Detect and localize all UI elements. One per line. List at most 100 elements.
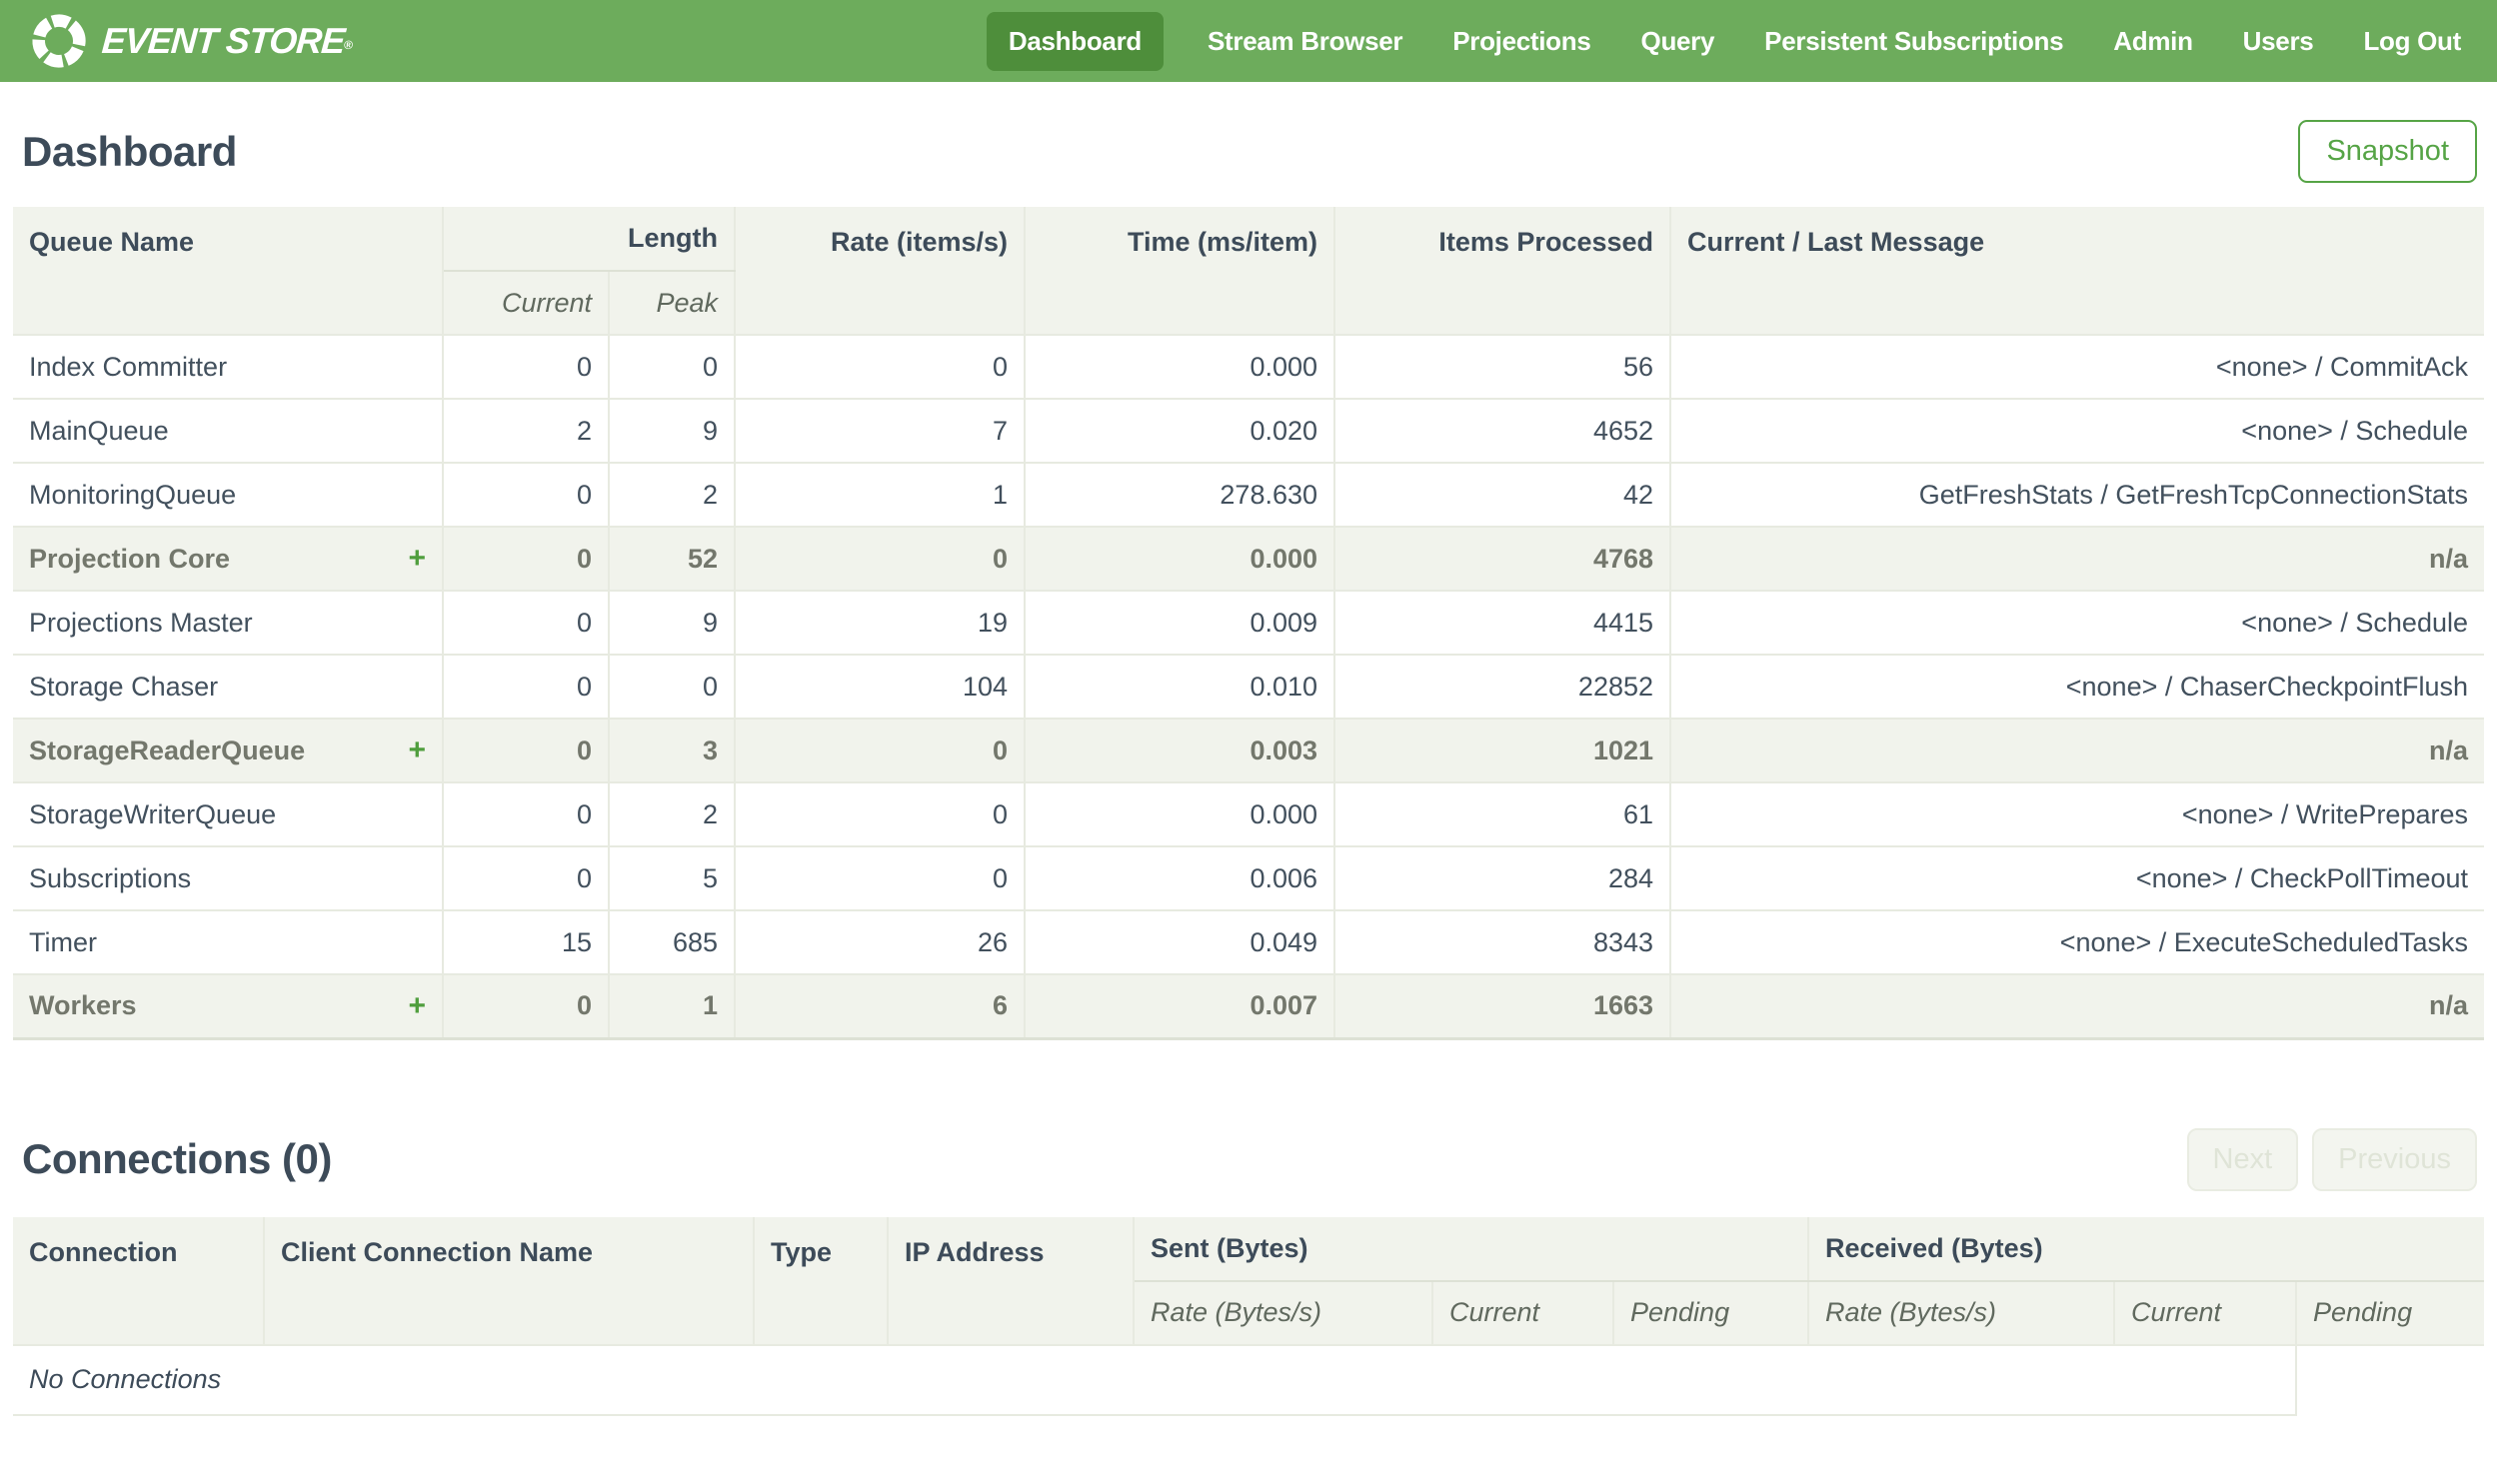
brand: EVENT STORE® xyxy=(30,12,352,70)
nav-item-log-out[interactable]: Log Out xyxy=(2357,12,2467,71)
queue-length-current: 0 xyxy=(442,973,610,1040)
nav-item-persistent-subscriptions[interactable]: Persistent Subscriptions xyxy=(1758,12,2069,71)
col-header-length-peak: Peak xyxy=(607,270,736,336)
queue-length-peak: 3 xyxy=(607,718,737,783)
queue-name-cell: Projection Core + xyxy=(13,526,444,592)
queue-length-peak: 0 xyxy=(607,334,737,400)
queue-length-peak: 0 xyxy=(607,654,737,720)
col-header-length-current: Current xyxy=(443,270,610,336)
queue-items-processed: 1663 xyxy=(1333,973,1672,1040)
next-button[interactable]: Next xyxy=(2186,1127,2299,1191)
expand-plus-icon[interactable]: + xyxy=(408,990,426,1021)
queue-rate: 0 xyxy=(734,845,1027,911)
queue-length-current: 2 xyxy=(442,398,610,464)
no-connections-message: No Connections xyxy=(13,1343,2297,1416)
queue-length-current: 0 xyxy=(442,334,610,400)
queue-time: 278.630 xyxy=(1024,462,1336,528)
queue-row-subscriptions: Subscriptions 0 5 0 0.006 284 <none> / CheckPo… xyxy=(13,845,2484,911)
queue-time: 0.000 xyxy=(1024,526,1336,592)
queue-message: <none> / Schedule xyxy=(1669,398,2484,464)
queue-rate: 6 xyxy=(734,973,1027,1040)
queue-length-peak: 52 xyxy=(607,526,737,592)
col-header-received-pending: Pending xyxy=(2295,1279,2484,1346)
col-header-connection: Connection xyxy=(13,1216,265,1346)
queue-message: <none> / CommitAck xyxy=(1669,334,2484,400)
queue-rate: 0 xyxy=(734,781,1027,847)
queue-name: Workers xyxy=(29,990,137,1021)
eventstore-logo-icon xyxy=(32,14,86,68)
col-header-sent-pending: Pending xyxy=(1612,1279,1809,1346)
queue-time: 0.010 xyxy=(1024,654,1336,720)
queue-items-processed: 8343 xyxy=(1333,909,1672,975)
queue-name: StorageReaderQueue xyxy=(29,735,306,765)
queue-length-peak: 2 xyxy=(607,781,737,847)
col-header-received-bytes: Received (Bytes) xyxy=(1807,1216,2484,1282)
previous-button[interactable]: Previous xyxy=(2312,1127,2477,1191)
queue-name-cell: Index Committer xyxy=(13,334,444,400)
queue-name-cell: StorageReaderQueue + xyxy=(13,718,444,783)
nav-item-stream-browser[interactable]: Stream Browser xyxy=(1202,12,1408,71)
nav-item-dashboard[interactable]: Dashboard xyxy=(986,11,1164,71)
snapshot-button[interactable]: Snapshot xyxy=(2298,120,2477,183)
col-header-received-current: Current xyxy=(2113,1279,2297,1346)
queue-rate: 0 xyxy=(734,718,1027,783)
expand-plus-icon[interactable]: + xyxy=(408,736,426,765)
col-header-time: Time (ms/item) xyxy=(1024,207,1336,336)
queue-length-current: 0 xyxy=(442,526,610,592)
queue-rate: 26 xyxy=(734,909,1027,975)
queue-message: <none> / CheckPollTimeout xyxy=(1669,845,2484,911)
nav-item-users[interactable]: Users xyxy=(2237,12,2320,71)
queue-name-cell: MainQueue xyxy=(13,398,444,464)
queue-length-peak: 685 xyxy=(607,909,737,975)
col-header-message: Current / Last Message xyxy=(1669,207,2484,336)
queue-time: 0.000 xyxy=(1024,781,1336,847)
queue-items-processed: 1021 xyxy=(1333,718,1672,783)
queue-time: 0.007 xyxy=(1024,973,1336,1040)
queue-row-storage-chaser: Storage Chaser 0 0 104 0.010 22852 <none> / Ch… xyxy=(13,654,2484,720)
queue-row-projections-master: Projections Master 0 9 19 0.009 4415 <none> / … xyxy=(13,590,2484,656)
queue-name-cell: Storage Chaser xyxy=(13,654,444,720)
queue-message: n/a xyxy=(1669,718,2484,783)
queue-row-projection-core: Projection Core +0 52 0 0.000 4768 n/a xyxy=(13,526,2484,592)
queue-length-current: 0 xyxy=(442,590,610,656)
pager: Next Previous xyxy=(2186,1127,2477,1191)
queue-time: 0.009 xyxy=(1024,590,1336,656)
queue-message: n/a xyxy=(1669,973,2484,1040)
connections-table: Connection Client Connection Name Type I… xyxy=(13,1216,2484,1416)
queue-time: 0.000 xyxy=(1024,334,1336,400)
queue-rate: 0 xyxy=(734,334,1027,400)
nav-item-admin[interactable]: Admin xyxy=(2107,12,2198,71)
queue-items-processed: 4768 xyxy=(1333,526,1672,592)
brand-name: EVENT STORE® xyxy=(100,20,353,61)
queue-items-processed: 4652 xyxy=(1333,398,1672,464)
queue-time: 0.006 xyxy=(1024,845,1336,911)
queue-message: <none> / ChaserCheckpointFlush xyxy=(1669,654,2484,720)
registered-mark: ® xyxy=(343,38,353,52)
queue-time: 0.020 xyxy=(1024,398,1336,464)
queue-items-processed: 56 xyxy=(1333,334,1672,400)
queue-name-cell: Projections Master xyxy=(13,590,444,656)
queue-length-current: 15 xyxy=(442,909,610,975)
queue-row-mainqueue: MainQueue 2 9 7 0.020 4652 <none> / Schedule xyxy=(13,398,2484,464)
col-header-client-connection-name: Client Connection Name xyxy=(263,1216,755,1346)
connections-table-wrap: Connection Client Connection Name Type I… xyxy=(0,1216,2497,1416)
empty-cell xyxy=(2296,1344,2484,1415)
col-header-type: Type xyxy=(753,1216,889,1346)
expand-plus-icon[interactable]: + xyxy=(408,544,426,574)
col-header-items-processed: Items Processed xyxy=(1333,207,1672,336)
queue-message: n/a xyxy=(1669,526,2484,592)
queue-name-cell: Subscriptions xyxy=(13,845,444,911)
col-header-received-rate: Rate (Bytes/s) xyxy=(1807,1279,2115,1346)
queue-message: GetFreshStats / GetFreshTcpConnectionSta… xyxy=(1669,462,2484,528)
connections-title: Connections (0) xyxy=(22,1135,332,1182)
col-header-ip-address: IP Address xyxy=(887,1216,1135,1346)
nav-item-query[interactable]: Query xyxy=(1635,12,1721,71)
col-header-queue-name: Queue Name xyxy=(13,207,444,336)
queue-length-current: 0 xyxy=(442,781,610,847)
col-header-sent-current: Current xyxy=(1431,1279,1614,1346)
queue-message: <none> / Schedule xyxy=(1669,590,2484,656)
page-title: Dashboard xyxy=(22,127,237,175)
col-header-sent-rate: Rate (Bytes/s) xyxy=(1134,1279,1433,1346)
nav-item-projections[interactable]: Projections xyxy=(1446,12,1596,71)
queue-name-cell: Workers + xyxy=(13,973,444,1040)
